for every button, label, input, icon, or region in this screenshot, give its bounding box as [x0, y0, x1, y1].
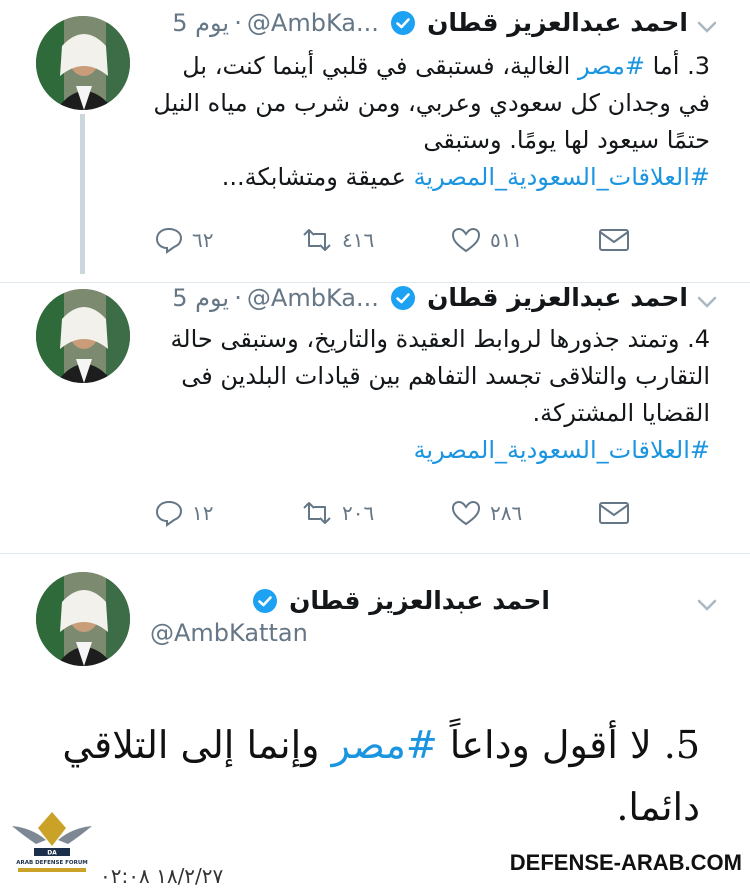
- tweet-text: 4. وتمتد جذورها لروابط العقيدة والتاريخ،…: [170, 325, 710, 464]
- verified-icon: [390, 10, 415, 35]
- dm-icon: [599, 502, 629, 524]
- chevron-down-icon[interactable]: [692, 12, 722, 42]
- dm-icon: [599, 229, 629, 251]
- reply-icon: [155, 500, 183, 527]
- hashtag-link[interactable]: #مصر: [578, 52, 645, 80]
- hashtag-link[interactable]: #العلاقات_السعودية_المصرية: [414, 163, 710, 191]
- like-icon: [451, 227, 481, 253]
- tweet-3[interactable]: احمد عبدالعزيز قطان @AmbKattan 5. لا أقو…: [0, 554, 750, 882]
- tweet-actions: ١٢ ٢٠٦ ٢٨٦: [150, 493, 640, 533]
- verified-icon: [252, 588, 277, 613]
- forum-name: ARAB DEFENSE FORUM: [16, 860, 88, 866]
- display-name[interactable]: احمد عبدالعزيز قطان: [427, 8, 688, 37]
- watermark-site: DEFENSE-ARAB.COM: [509, 850, 742, 875]
- tweet-header: احمد عبدالعزيز قطان @AmbKa... · 5 يوم: [172, 8, 688, 37]
- svg-text:DA: DA: [47, 850, 57, 857]
- like-count: ٥١١: [490, 228, 523, 252]
- like-icon: [451, 500, 481, 526]
- retweet-icon: [303, 229, 331, 251]
- reply-icon: [155, 227, 183, 254]
- tweet-header: احمد عبدالعزيز قطان @AmbKa... · 5 يوم: [172, 283, 688, 312]
- handle[interactable]: @AmbKa...: [247, 284, 379, 312]
- chevron-down-icon[interactable]: [692, 590, 722, 620]
- handle[interactable]: @AmbKattan: [150, 619, 550, 647]
- retweet-button[interactable]: ٢٠٦: [300, 493, 374, 533]
- retweet-count: ٢٠٦: [342, 501, 375, 525]
- reply-button[interactable]: ١٢: [154, 493, 213, 533]
- avatar[interactable]: [36, 289, 130, 383]
- retweet-button[interactable]: ٤١٦: [300, 220, 374, 260]
- timestamp[interactable]: 5 يوم: [172, 9, 229, 37]
- timestamp[interactable]: 5 يوم: [172, 284, 229, 312]
- display-name[interactable]: احمد عبدالعزيز قطان: [427, 283, 688, 312]
- watermark-date: ١٨/٢/٢٧ ٠٢:٠٨: [100, 864, 224, 888]
- dm-button[interactable]: [598, 220, 630, 260]
- handle[interactable]: @AmbKa...: [247, 9, 379, 37]
- retweet-count: ٤١٦: [342, 228, 375, 252]
- tweet-1[interactable]: احمد عبدالعزيز قطان @AmbKa... · 5 يوم 3.…: [0, 0, 750, 282]
- chevron-down-icon[interactable]: [692, 287, 722, 317]
- forum-logo: DA ARAB DEFENSE FORUM: [12, 812, 92, 872]
- avatar[interactable]: [36, 16, 130, 110]
- reply-count: ٦٢: [192, 228, 214, 252]
- tweet-2[interactable]: احمد عبدالعزيز قطان @AmbKa... · 5 يوم 4.…: [0, 283, 750, 553]
- reply-count: ١٢: [192, 501, 214, 525]
- tweet-header: احمد عبدالعزيز قطان @AmbKattan: [150, 586, 550, 666]
- like-button[interactable]: ٥١١: [450, 220, 522, 260]
- retweet-icon: [303, 502, 331, 524]
- hashtag-link[interactable]: #مصر: [332, 723, 438, 767]
- tweet-actions: ٦٢ ٤١٦ ٥١١: [150, 220, 640, 260]
- tweet-text: 3. أما #مصر الغالية، فستبقى في قلبي أينم…: [153, 52, 710, 191]
- display-name[interactable]: احمد عبدالعزيز قطان: [289, 586, 550, 615]
- dm-button[interactable]: [598, 493, 630, 533]
- like-count: ٢٨٦: [490, 501, 523, 525]
- reply-button[interactable]: ٦٢: [154, 220, 213, 260]
- like-button[interactable]: ٢٨٦: [450, 493, 522, 533]
- thread-line: [80, 114, 85, 274]
- verified-icon: [390, 285, 415, 310]
- avatar[interactable]: [36, 572, 130, 666]
- hashtag-link[interactable]: #العلاقات_السعودية_المصرية: [414, 436, 710, 464]
- tweet-text-large: 5. لا أقول وداعاً #مصر وإنما إلى التلاقي…: [62, 723, 700, 829]
